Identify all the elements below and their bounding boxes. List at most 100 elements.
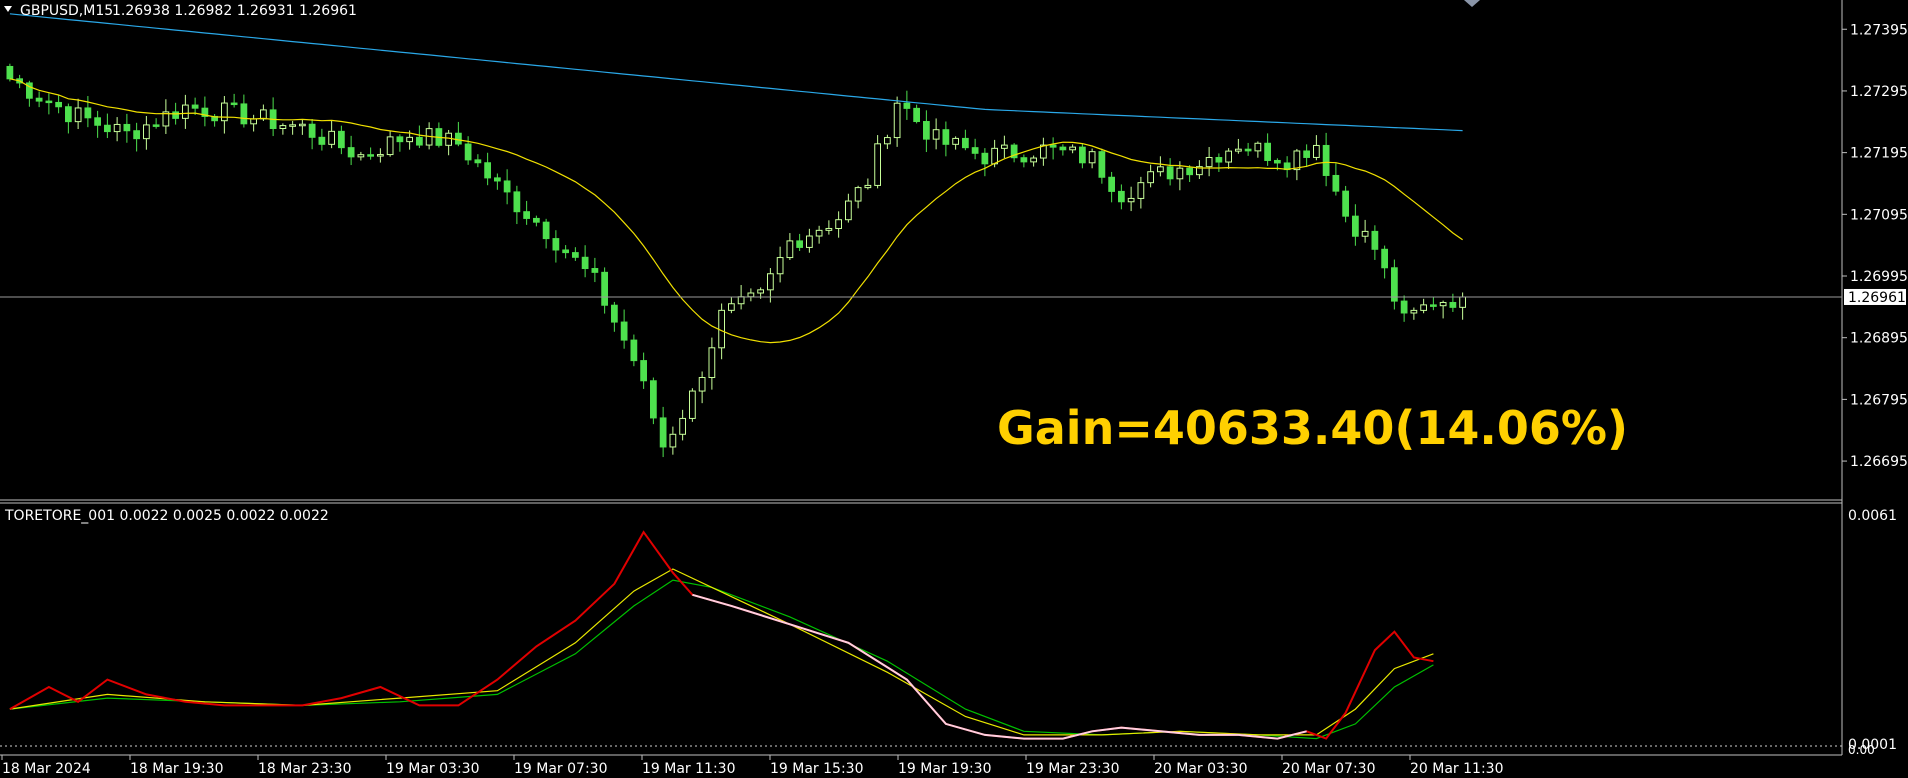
candle-body [455, 132, 462, 145]
candle-body [113, 123, 121, 133]
candle-body [932, 129, 940, 140]
candle-body [650, 380, 657, 419]
candle-body [601, 271, 608, 306]
price-tick-label: 1.26795 [1850, 392, 1908, 408]
candle-body [747, 292, 755, 298]
candle-body [406, 136, 413, 143]
candle-body [308, 123, 316, 138]
candle-body [815, 229, 823, 237]
candle-body [104, 124, 111, 133]
candle-body [1176, 167, 1184, 180]
candle-body [1088, 151, 1096, 164]
candle-body [991, 147, 998, 165]
candle-body [893, 102, 901, 139]
candle-body [1205, 157, 1213, 168]
candle-body [35, 97, 43, 102]
candle-body [874, 143, 881, 186]
candle-body [581, 256, 589, 270]
symbol-label: GBPUSD,M15 [20, 3, 113, 19]
candle-body [396, 136, 404, 143]
candle-body [1313, 144, 1320, 158]
candle-body [74, 107, 82, 123]
candle-body [669, 433, 677, 448]
candle-body [260, 109, 267, 120]
candle-body [962, 137, 969, 149]
candle-body [835, 219, 842, 229]
price-tick-label: 1.27095 [1850, 207, 1908, 223]
candle-body [971, 147, 979, 154]
candle-body [1001, 144, 1008, 149]
candle-body [640, 360, 647, 382]
candle-body [386, 136, 394, 156]
candle-body [620, 321, 628, 341]
candle-body [1069, 146, 1076, 151]
candle-body [572, 252, 579, 258]
candle-body [367, 154, 374, 157]
candle-body [484, 162, 491, 179]
price-axis: 1.27395 1.27295 1.27195 1.27095 1.26995 1.268… [1842, 22, 1908, 470]
candle-body [1342, 190, 1349, 217]
oscillator-layer [9, 530, 1434, 740]
candle-body [1361, 230, 1369, 237]
indicator-scale-zero: 0.00 [1848, 743, 1875, 757]
candle-body [1352, 215, 1359, 237]
gain-text: Gain=40633.40(14.06%) [997, 401, 1628, 455]
price-tick-label: 1.27295 [1850, 84, 1908, 100]
candle-body [1410, 309, 1418, 314]
candle-body [464, 143, 472, 161]
time-tick-label: 19 Mar 11:30 [642, 761, 735, 777]
candle-body [474, 159, 482, 164]
candle-body [1254, 142, 1262, 152]
time-tick-label: 18 Mar 19:30 [130, 761, 223, 777]
candle-body [289, 124, 296, 127]
candle-body [689, 390, 696, 419]
candle-body [6, 65, 14, 80]
price-tick-label: 1.26895 [1850, 331, 1908, 347]
candle-body [250, 118, 257, 125]
candle-body [1137, 182, 1145, 199]
candle-body [1459, 296, 1466, 308]
ohlc-label: 1.26938 1.26982 1.26931 1.26961 [112, 3, 357, 19]
candle-body [1303, 150, 1310, 158]
candle-body [1147, 171, 1154, 184]
candle-body [679, 417, 686, 435]
candle-body [1079, 146, 1086, 164]
candle-body [757, 289, 764, 294]
candle-body [1225, 150, 1232, 163]
price-tick-label: 1.27395 [1850, 22, 1908, 38]
candle-body [299, 123, 306, 127]
candle-body [1381, 248, 1388, 269]
time-tick-label: 19 Mar 15:30 [770, 761, 863, 777]
candle-body [1264, 142, 1271, 161]
candle-body [1244, 148, 1252, 152]
candle-body [523, 211, 530, 219]
time-tick-label: 19 Mar 03:30 [386, 761, 479, 777]
candle-body [854, 187, 862, 202]
candle-body [1293, 150, 1301, 171]
candle-body [981, 152, 989, 165]
current-price-label: 1.26961 [1848, 290, 1906, 306]
time-tick-label: 19 Mar 07:30 [514, 761, 607, 777]
candle-body [1215, 157, 1223, 163]
candle-body [659, 417, 667, 448]
candle-body [338, 130, 345, 149]
candle-body [143, 124, 150, 140]
candle-body [347, 147, 355, 158]
candle-body [1059, 146, 1067, 151]
candle-body [1371, 230, 1379, 250]
indicator-label: TORETORE_001 0.0022 0.0025 0.0022 0.0022 [4, 508, 329, 524]
candle-body [611, 304, 618, 323]
candle-body [1108, 176, 1115, 192]
candle-body [776, 257, 784, 275]
candle-body [1030, 157, 1037, 163]
candle-body [913, 107, 920, 123]
candle-body [737, 296, 745, 305]
candle-body [182, 104, 189, 119]
time-tick-label: 18 Mar 23:30 [258, 761, 351, 777]
candle-body [718, 309, 725, 349]
candle-body [494, 177, 501, 182]
candle-body [172, 111, 179, 119]
candle-body [1020, 157, 1028, 163]
candle-body [1166, 166, 1174, 180]
candle-body [796, 240, 803, 248]
